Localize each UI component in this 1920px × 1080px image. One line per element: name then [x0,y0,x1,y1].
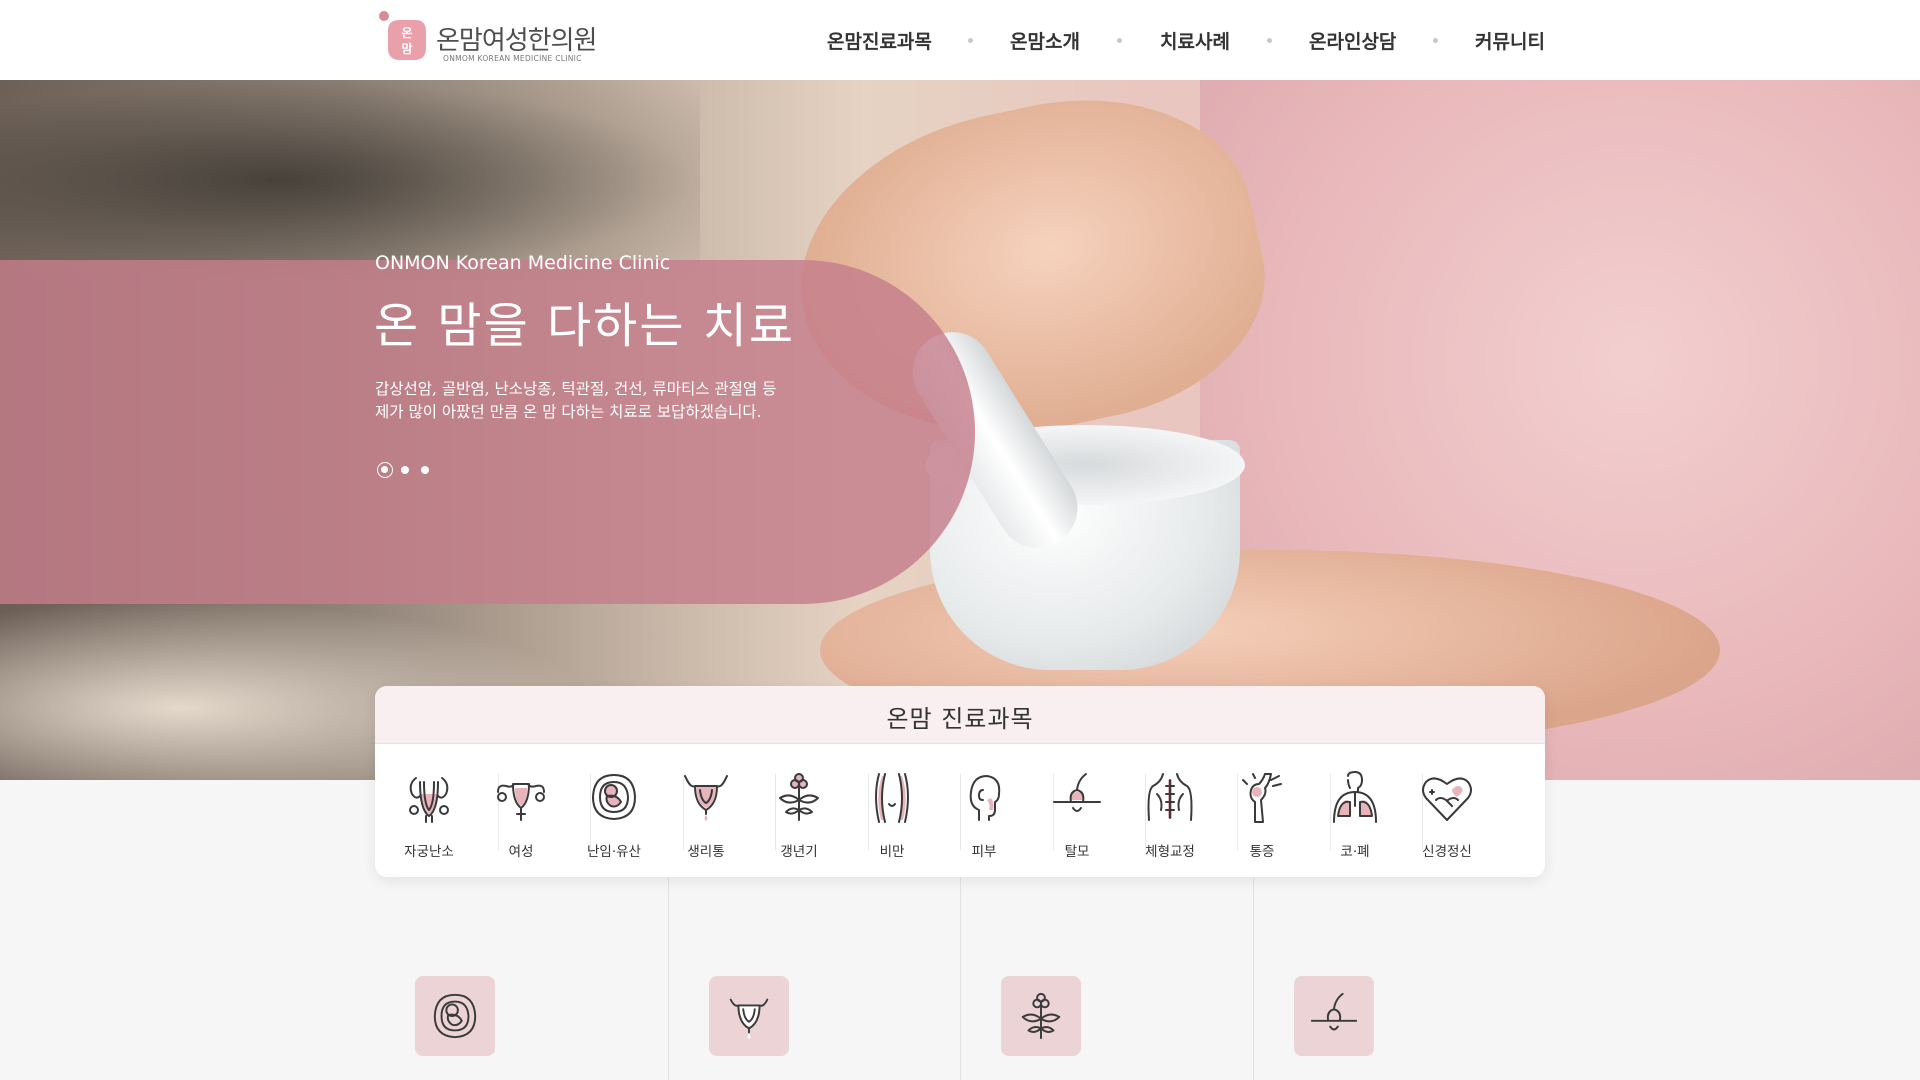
heart-hands-icon [1422,777,1472,821]
column-divider [960,877,961,1080]
hero-description-line: 제가 많이 아팠던 만큼 온 맘 다하는 치료로 보답하겠습니다. [375,403,762,421]
fetus-icon [433,993,477,1039]
dept-skin[interactable]: 피부 [938,744,1030,877]
dept-label: 비만 [879,844,905,860]
dept-label: 체형교정 [1145,844,1195,860]
dept-label: 탈모 [1064,844,1090,860]
knee-joint-icon [1242,773,1282,823]
flower-icon [1021,992,1061,1040]
hero-kicker: ONMON Korean Medicine Clinic [375,252,671,274]
dept-neuropsych[interactable]: 신경정신 [1401,744,1493,877]
hero-title: 온 맘을 다하는 치료 [374,298,796,354]
menstrual-uterus-icon [729,998,769,1040]
dept-posture[interactable]: 체형교정 [1124,744,1216,877]
dept-uterus-ovary[interactable]: 자궁난소 [383,744,475,877]
slider-dot-2[interactable] [401,466,409,474]
nav-item-cases[interactable]: 치료사례 [1160,27,1230,54]
nav-separator [1433,38,1438,43]
dept-label: 난임·유산 [587,844,641,860]
departments-header: 온맘 진료과목 [375,686,1545,744]
body-silhouette-icon [875,773,909,823]
dept-label: 생리통 [687,844,725,860]
hair-follicle-icon [1053,773,1101,812]
spine-back-icon [1147,773,1193,821]
dept-infertility[interactable]: 난임·유산 [568,744,660,877]
nav-item-community[interactable]: 커뮤니티 [1475,27,1545,54]
dept-label: 코·폐 [1340,844,1370,860]
fetus-icon [592,774,636,820]
dept-obesity[interactable]: 비만 [846,744,938,877]
departments-title: 온맘 진료과목 [886,705,1034,733]
dept-label: 통증 [1249,844,1275,860]
hero-description-line: 갑상선암, 골반염, 난소낭종, 턱관절, 건선, 류마티스 관절염 등 [375,380,777,398]
dept-nose-lung[interactable]: 코·폐 [1309,744,1401,877]
column-divider [668,877,669,1080]
dept-label: 피부 [971,844,997,860]
hair-follicle-icon [1310,992,1358,1031]
dept-pain[interactable]: 통증 [1216,744,1308,877]
feature-tile-menstrual[interactable] [709,976,789,1056]
nav-item-consultation[interactable]: 온라인상담 [1309,27,1396,54]
nav-separator [1117,38,1122,43]
dept-menopause[interactable]: 갱년기 [753,744,845,877]
nav-separator [968,38,973,43]
dept-hair-loss[interactable]: 탈모 [1031,744,1123,877]
dept-label: 여성 [508,844,534,860]
dept-label: 신경정신 [1422,844,1472,860]
feature-tile-menopause[interactable] [1001,976,1081,1056]
flower-icon [779,773,819,821]
face-profile-icon [969,775,1001,821]
hero-description: 갑상선암, 골반염, 난소낭종, 턱관절, 건선, 류마티스 관절염 등 제가 … [375,378,776,424]
column-divider [1253,877,1254,1080]
hero-banner [0,80,1920,780]
hero-background-shelves [0,80,700,280]
feature-tile-hair-loss[interactable] [1294,976,1374,1056]
dept-female[interactable]: 여성 [475,744,567,877]
dept-label: 갱년기 [780,844,818,860]
menstrual-uterus-icon [684,775,728,821]
nav-item-about[interactable]: 온맘소개 [1010,27,1080,54]
lungs-icon [1333,771,1377,823]
dept-menstrual[interactable]: 생리통 [660,744,752,877]
nav-separator [1267,38,1272,43]
female-reproductive-icon [497,783,545,821]
dept-label: 자궁난소 [404,844,454,860]
feature-tile-infertility[interactable] [415,976,495,1056]
slider-dot-3[interactable] [421,466,429,474]
departments-card: 온맘 진료과목 자궁난소 여성 난임·유산 생리통 갱년기 비만 피부 탈모 체… [375,686,1545,877]
site-header: 온 맘 온맘여성한의원 ONMOM KOREAN MEDICINE CLINIC… [0,0,1920,80]
main-nav: 온맘진료과목 온맘소개 치료사례 온라인상담 커뮤니티 [0,0,1920,80]
uterus-ovary-icon [409,777,449,823]
slider-dot-1[interactable] [377,462,393,478]
nav-item-departments[interactable]: 온맘진료과목 [827,27,932,54]
